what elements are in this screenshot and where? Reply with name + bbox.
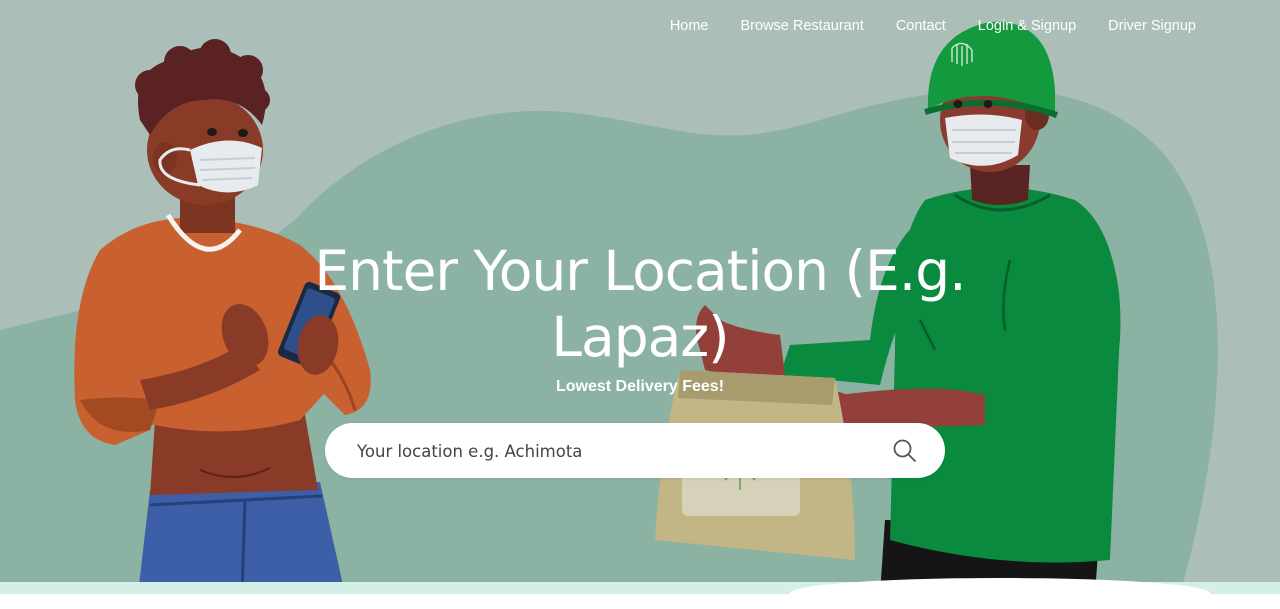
hero-headline: Enter Your Location (E.g. Lapaz) xyxy=(314,239,966,369)
top-navigation: Home Browse Restaurant Contact Login & S… xyxy=(670,18,1196,34)
location-search-bar xyxy=(325,423,945,480)
nav-driver-signup-link[interactable]: Driver Signup xyxy=(1108,18,1196,34)
nav-login-signup-link[interactable]: Login & Signup xyxy=(978,18,1076,34)
nav-contact-link[interactable]: Contact xyxy=(896,18,946,34)
nav-home-link[interactable]: Home xyxy=(670,18,709,34)
search-icon[interactable] xyxy=(891,437,919,465)
hero-section: Home Browse Restaurant Contact Login & S… xyxy=(0,0,1280,594)
hero-subline: Lowest Delivery Fees! xyxy=(555,378,725,395)
location-search-input[interactable] xyxy=(355,423,879,480)
nav-browse-restaurant-link[interactable]: Browse Restaurant xyxy=(741,18,864,34)
